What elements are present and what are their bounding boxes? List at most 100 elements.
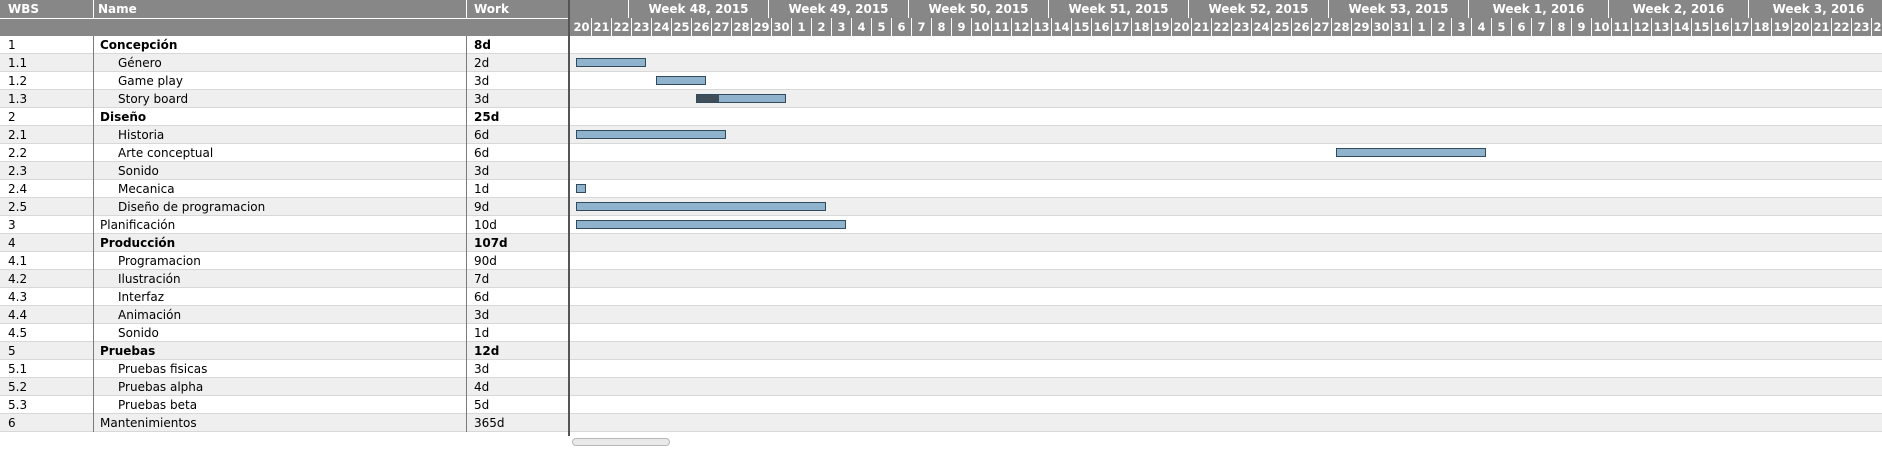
table-row[interactable]: 2 Diseño 25d [0,108,568,126]
task-name-cell[interactable]: Pruebas beta [94,396,467,414]
task-name-cell[interactable]: Planificación [94,216,467,234]
task-name-cell[interactable]: Game play [94,72,467,90]
task-name-cell[interactable]: Pruebas [94,342,467,360]
task-name-cell[interactable]: Animación [94,306,467,324]
task-name-cell[interactable]: Interfaz [94,288,467,306]
wbs-cell: 3 [0,216,94,234]
task-bar[interactable] [576,130,726,139]
table-row[interactable]: 5.1 Pruebas fisicas 3d [0,360,568,378]
task-name-cell[interactable]: Story board [94,90,467,108]
table-row[interactable]: 4.4 Animación 3d [0,306,568,324]
task-name-cell[interactable]: Concepción [94,36,467,54]
task-bar[interactable] [656,76,706,85]
task-bar[interactable] [576,184,586,193]
table-row[interactable]: 4 Producción 107d [0,234,568,252]
day-header: 3 [832,18,852,36]
task-name-cell[interactable]: Producción [94,234,467,252]
wbs-cell: 5.2 [0,378,94,396]
work-cell: 3d [474,92,490,106]
table-row[interactable]: 1 Concepción 8d [0,36,568,54]
table-row[interactable]: 4.3 Interfaz 6d [0,288,568,306]
work-cell: 2d [474,56,490,70]
table-row[interactable]: 6 Mantenimientos 365d [0,414,568,432]
day-header: 21 [1192,18,1212,36]
task-bar[interactable] [576,220,846,229]
table-row[interactable]: 1.2 Game play 3d [0,72,568,90]
table-row[interactable]: 4.5 Sonido 1d [0,324,568,342]
table-row[interactable]: 4.1 Programacion 90d [0,252,568,270]
day-header: 31 [1392,18,1412,36]
wbs-cell: 2.2 [0,144,94,162]
task-name-cell[interactable]: Género [94,54,467,72]
task-name-cell[interactable]: Ilustración [94,270,467,288]
task-name-cell[interactable]: Sonido [94,162,467,180]
table-row[interactable]: 2.2 Arte conceptual 6d [0,144,568,162]
table-row[interactable]: 4.2 Ilustración 7d [0,270,568,288]
task-bar[interactable] [1336,148,1486,157]
wbs-cell: 2.3 [0,162,94,180]
day-header: 30 [772,18,792,36]
task-name-cell[interactable]: Sonido [94,324,467,342]
table-row[interactable]: 2.1 Historia 6d [0,126,568,144]
task-name-cell[interactable]: Mecanica [94,180,467,198]
wbs-cell: 5.1 [0,360,94,378]
day-header: 15 [1692,18,1712,36]
work-cell: 10d [474,218,497,232]
day-header: 5 [872,18,892,36]
work-cell: 8d [474,38,491,52]
gantt-row [570,306,1882,324]
day-header: 13 [1032,18,1052,36]
table-row[interactable]: 2.5 Diseño de programacion 9d [0,198,568,216]
column-header-name[interactable]: Name [94,0,467,18]
day-header: 1 [1412,18,1432,36]
work-cell: 90d [474,254,497,268]
day-header: 13 [1652,18,1672,36]
day-header: 19 [1772,18,1792,36]
column-header-work[interactable]: Work [467,0,568,18]
timeline-header: Week 48, 2015 Week 49, 2015 Week 50, 2015 W… [570,0,1882,36]
wbs-cell: 1.3 [0,90,94,108]
gantt-row [570,36,1882,54]
task-name-cell[interactable]: Historia [94,126,467,144]
day-header: 29 [1352,18,1372,36]
task-name-cell[interactable]: Programacion [94,252,467,270]
gantt-row [570,216,1882,234]
table-row[interactable]: 2.3 Sonido 3d [0,162,568,180]
task-bar[interactable] [696,94,786,103]
task-name-cell[interactable]: Pruebas fisicas [94,360,467,378]
day-header: 23 [632,18,652,36]
table-row[interactable]: 1.1 Género 2d [0,54,568,72]
task-bar[interactable] [576,58,646,67]
task-name-cell[interactable]: Mantenimientos [94,414,467,432]
horizontal-scrollbar[interactable] [572,438,670,446]
week-header: Week 2, 2016 [1609,0,1749,18]
task-name-cell[interactable]: Pruebas alpha [94,378,467,396]
task-name-cell[interactable]: Arte conceptual [94,144,467,162]
table-row[interactable]: 1.3 Story board 3d [0,90,568,108]
gantt-row [570,270,1882,288]
table-row[interactable]: 5.3 Pruebas beta 5d [0,396,568,414]
table-row[interactable]: 5.2 Pruebas alpha 4d [0,378,568,396]
day-header: 27 [712,18,732,36]
week-header-partial [570,0,629,18]
wbs-cell: 6 [0,414,94,432]
day-header: 22 [1832,18,1852,36]
wbs-cell: 4.4 [0,306,94,324]
gantt-row [570,198,1882,216]
table-row[interactable]: 3 Planificación 10d [0,216,568,234]
task-name-cell[interactable]: Diseño de programacion [94,198,467,216]
task-progress-fill [697,95,719,102]
column-header-wbs[interactable]: WBS [0,0,94,18]
task-name-cell[interactable]: Diseño [94,108,467,126]
table-row[interactable]: 5 Pruebas 12d [0,342,568,360]
task-bar[interactable] [576,202,826,211]
day-header: 15 [1072,18,1092,36]
table-row[interactable]: 2.4 Mecanica 1d [0,180,568,198]
day-header: 9 [952,18,972,36]
day-header: 30 [1372,18,1392,36]
work-cell: 1d [474,182,490,196]
week-header: Week 48, 2015 [629,0,769,18]
day-header: 28 [1332,18,1352,36]
gantt-chart: Week 48, 2015 Week 49, 2015 Week 50, 2015 W… [570,0,1882,436]
day-header: 11 [1612,18,1632,36]
